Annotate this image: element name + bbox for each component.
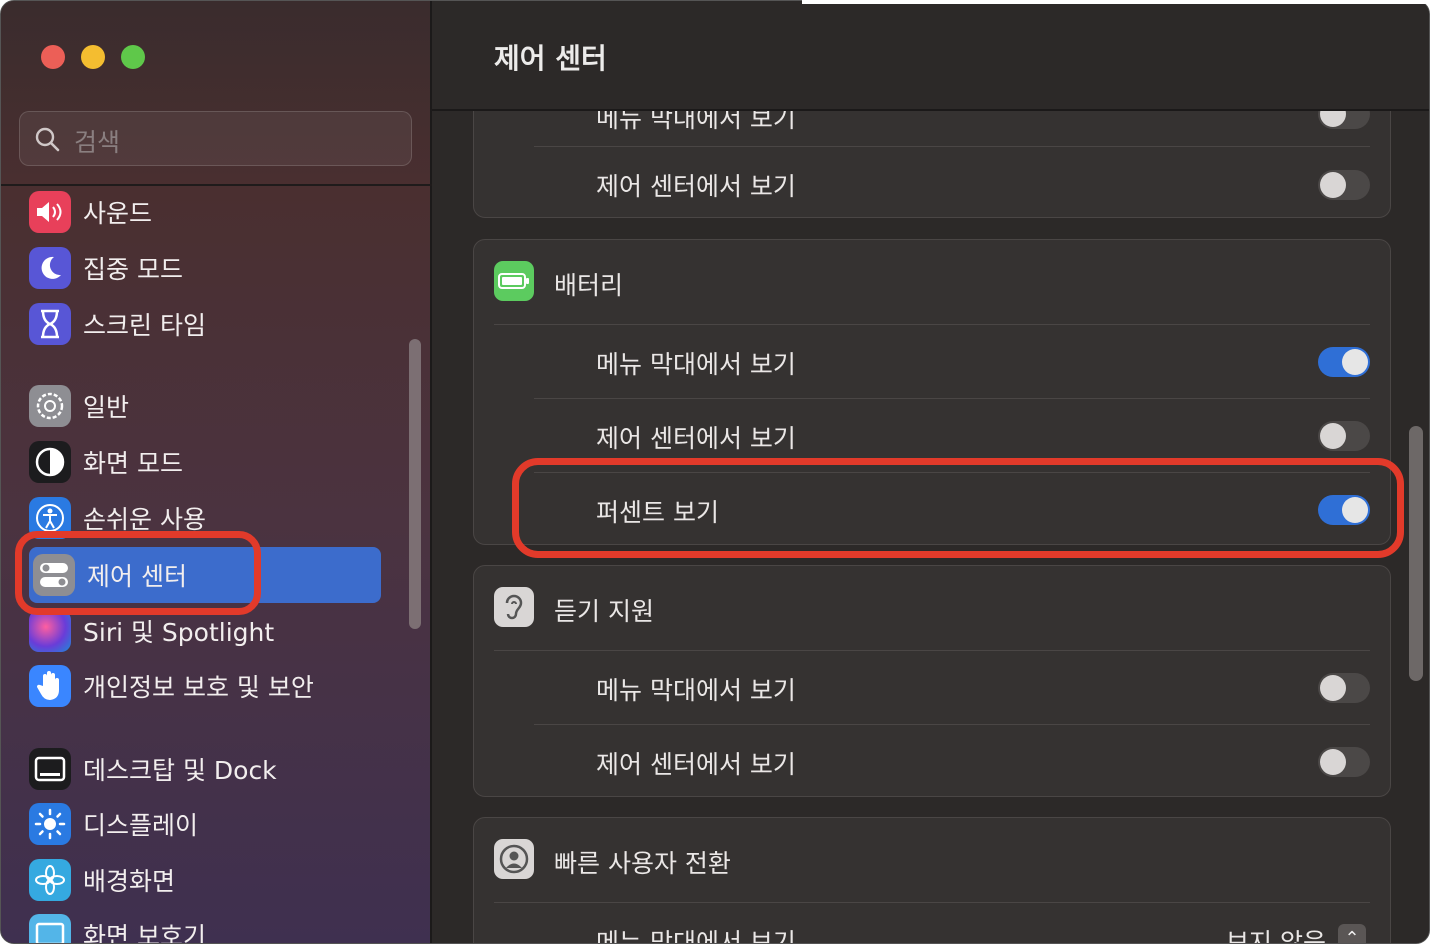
battery-menu-bar-toggle[interactable] [1318, 347, 1370, 377]
sidebar-item-label: 화면 모드 [83, 449, 183, 478]
sidebar-item-displays[interactable]: 디스플레이 [29, 801, 381, 847]
main-scrollbar[interactable] [1409, 426, 1423, 681]
sidebar-item-wallpaper[interactable]: 배경화면 [29, 857, 381, 903]
system-settings-window: 검색 사운드 집중 모드 스크린 타임 일반 화면 모드 손쉬운 사용 제어 센… [0, 0, 1430, 944]
chevron-updown-icon[interactable]: ⌃ [1338, 924, 1366, 943]
control-center-toggle[interactable] [1318, 170, 1370, 200]
siri-icon [29, 610, 71, 652]
sidebar-item-label: 일반 [83, 393, 130, 422]
search-icon [35, 127, 60, 152]
sidebar-item-label: 배경화면 [83, 867, 176, 896]
hearing-menu-bar-label: 메뉴 막대에서 보기 [596, 676, 796, 705]
sidebar: 검색 사운드 집중 모드 스크린 타임 일반 화면 모드 손쉬운 사용 제어 센… [1, 1, 432, 944]
battery-icon [494, 261, 534, 301]
sidebar-item-desktop-dock[interactable]: 데스크탑 및 Dock [29, 746, 381, 792]
battery-section-title: 배터리 [554, 271, 624, 300]
hand-icon [29, 665, 71, 707]
battery-control-center-toggle[interactable] [1318, 421, 1370, 451]
sidebar-item-focus[interactable]: 집중 모드 [29, 245, 381, 291]
sidebar-item-label: 사운드 [83, 199, 153, 228]
control-center-row-label: 제어 센터에서 보기 [596, 172, 796, 201]
sidebar-item-label: 데스크탑 및 Dock [83, 756, 277, 785]
row-separator [494, 324, 1370, 325]
hearing-section-title: 듣기 지원 [554, 597, 654, 626]
row-separator [494, 902, 1370, 903]
battery-control-center-label: 제어 센터에서 보기 [596, 424, 796, 453]
sidebar-item-label: 집중 모드 [83, 255, 183, 284]
sidebar-item-general[interactable]: 일반 [29, 383, 381, 429]
sidebar-divider [1, 184, 432, 186]
hourglass-icon [29, 303, 71, 345]
fast-user-section-title: 빠른 사용자 전환 [554, 849, 731, 878]
search-field[interactable]: 검색 [19, 111, 412, 166]
row-separator [494, 650, 1370, 651]
sidebar-item-label: 화면 보호기 [83, 922, 206, 944]
speaker-icon [29, 191, 71, 233]
annotation-highlight-sidebar [15, 531, 261, 615]
ear-icon [494, 587, 534, 627]
sidebar-item-label: 디스플레이 [83, 811, 199, 840]
sidebar-item-privacy[interactable]: 개인정보 보호 및 보안 [29, 663, 381, 709]
close-window-button[interactable] [41, 45, 65, 69]
page-title: 제어 센터 [494, 42, 607, 75]
zoom-window-button[interactable] [121, 45, 145, 69]
sun-icon [29, 803, 71, 845]
search-placeholder: 검색 [74, 128, 121, 157]
minimize-window-button[interactable] [81, 45, 105, 69]
hearing-section-card: 듣기 지원 메뉴 막대에서 보기 제어 센터에서 보기 [473, 565, 1391, 797]
main-pane: 제어 센터 메뉴 막대에서 보기 제어 센터에서 보기 배터리 메뉴 막대에서 … [432, 1, 1429, 944]
appearance-icon [29, 441, 71, 483]
fast-user-section-card: 빠른 사용자 전환 메뉴 막대에서 보기 보지 않음 ⌃ [473, 817, 1391, 944]
row-separator [534, 146, 1370, 147]
flower-icon [29, 859, 71, 901]
titlebar: 제어 센터 [432, 1, 1429, 111]
sidebar-item-label: Siri 및 Spotlight [83, 618, 275, 647]
sidebar-scrollbar[interactable] [409, 339, 421, 629]
fast-user-menu-bar-value[interactable]: 보지 않음 [1226, 923, 1326, 943]
hearing-control-center-label: 제어 센터에서 보기 [596, 750, 796, 779]
gear-icon [29, 385, 71, 427]
battery-menu-bar-label: 메뉴 막대에서 보기 [596, 350, 796, 379]
row-separator [534, 398, 1370, 399]
sidebar-item-screensaver[interactable]: 화면 보호기 [29, 912, 381, 944]
sidebar-item-label: 스크린 타임 [83, 311, 206, 340]
sidebar-item-sound[interactable]: 사운드 [29, 189, 381, 235]
hearing-menu-bar-toggle[interactable] [1318, 673, 1370, 703]
sidebar-item-appearance[interactable]: 화면 모드 [29, 439, 381, 485]
hearing-control-center-toggle[interactable] [1318, 747, 1370, 777]
row-separator [534, 724, 1370, 725]
sidebar-item-label: 개인정보 보호 및 보안 [83, 673, 314, 702]
fast-user-menu-bar-label: 메뉴 막대에서 보기 [596, 928, 796, 944]
user-icon [494, 839, 534, 879]
sidebar-item-screen-time[interactable]: 스크린 타임 [29, 301, 381, 347]
annotation-highlight-percent [512, 458, 1404, 558]
screensaver-icon [29, 914, 71, 943]
moon-icon [29, 247, 71, 289]
dock-icon [29, 748, 71, 790]
